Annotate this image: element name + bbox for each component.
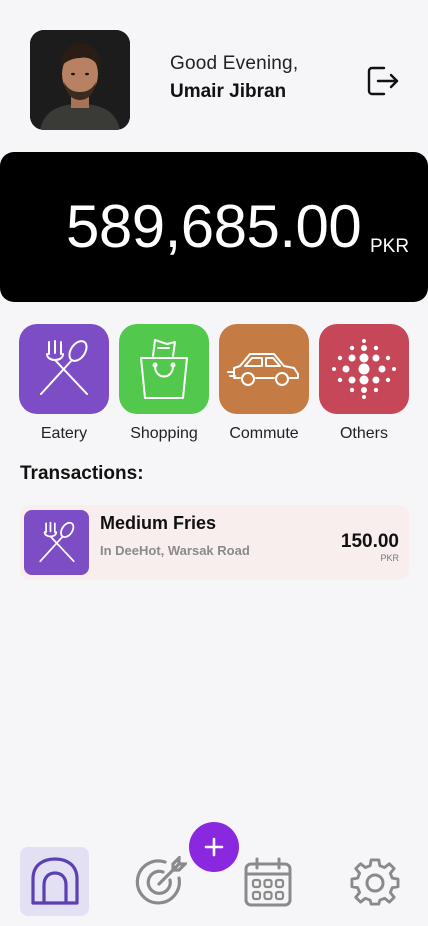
balance-amount: 589,685.00 (66, 193, 362, 260)
category-eatery[interactable]: Eatery (19, 324, 109, 443)
category-tile (219, 324, 309, 414)
category-commute[interactable]: Commute (219, 324, 309, 443)
nav-goals[interactable] (126, 847, 195, 916)
transaction-location: In DeeHot, Warsak Road (100, 543, 250, 558)
transaction-row[interactable]: Medium Fries In DeeHot, Warsak Road 150.… (20, 505, 409, 580)
category-tile (119, 324, 209, 414)
nav-settings[interactable] (340, 847, 409, 916)
logout-icon (367, 66, 399, 96)
category-shopping[interactable]: Shopping (119, 324, 209, 443)
car-icon (227, 353, 299, 386)
category-label: Commute (229, 425, 299, 442)
nav-calendar[interactable] (233, 847, 302, 916)
category-label: Shopping (130, 425, 198, 442)
logout-button[interactable] (364, 62, 402, 100)
category-tile (19, 324, 109, 414)
transaction-title: Medium Fries (100, 513, 217, 533)
user-name: Umair Jibran (170, 81, 287, 102)
shopping-bag-icon (140, 339, 188, 399)
category-tile (319, 324, 409, 414)
plus-icon (204, 837, 224, 857)
home-icon (30, 856, 79, 905)
nav-home[interactable] (20, 847, 89, 916)
gear-icon (349, 857, 399, 905)
balance-card: 589,685.00 PKR (0, 152, 428, 302)
transactions-heading: Transactions: (20, 463, 144, 484)
greeting-text: Good Evening, (170, 53, 299, 74)
add-transaction-button[interactable] (189, 822, 239, 872)
category-others[interactable]: Others (319, 324, 409, 443)
transaction-currency: PKR (380, 553, 399, 563)
target-icon (135, 855, 187, 905)
dots-pattern-icon (332, 339, 396, 399)
transaction-category-icon (24, 510, 89, 575)
category-label: Eatery (40, 425, 88, 442)
calendar-icon (244, 857, 291, 906)
transaction-amount: 150.00 (340, 531, 399, 552)
category-label: Others (339, 425, 388, 442)
balance-currency: PKR (370, 236, 410, 257)
avatar[interactable] (30, 30, 130, 130)
fork-spoon-icon (40, 340, 88, 395)
fork-spoon-icon (38, 521, 75, 562)
user-avatar-photo (30, 30, 130, 130)
